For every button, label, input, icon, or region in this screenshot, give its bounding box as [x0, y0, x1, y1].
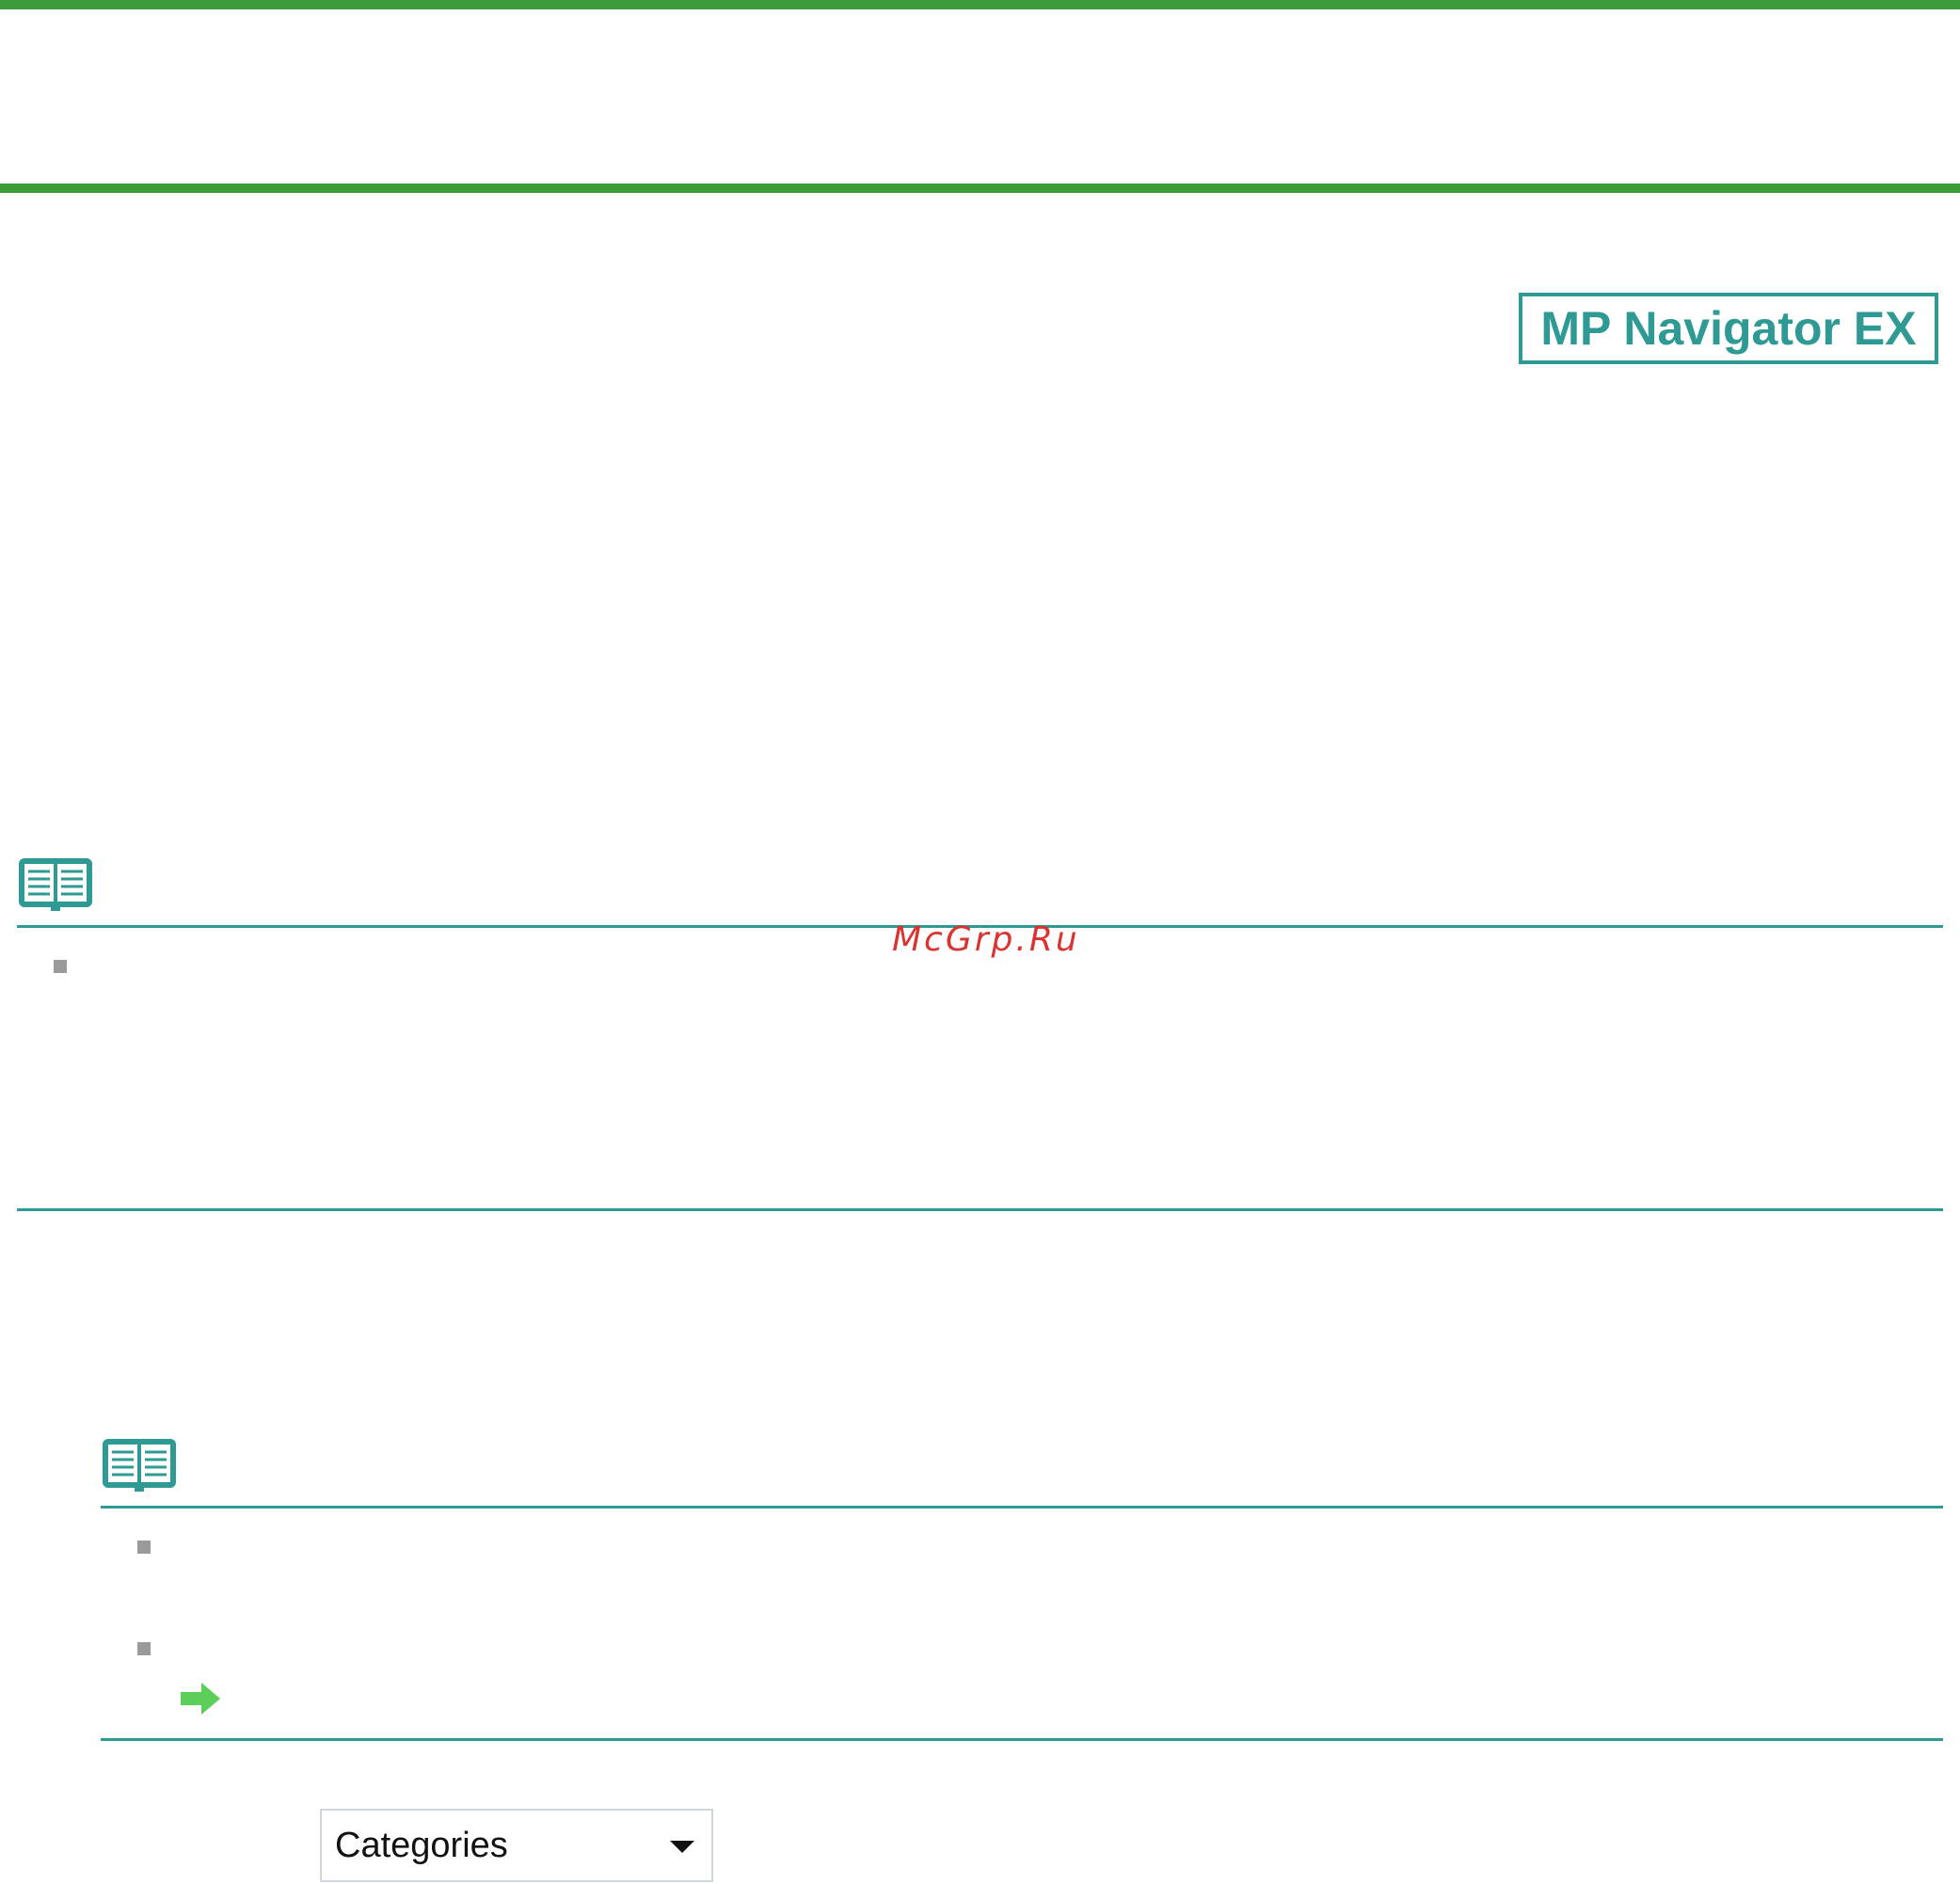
watermark: McGrp.Ru	[892, 920, 1080, 959]
gray-square-bullet-icon	[137, 1541, 151, 1554]
mp-navigator-ex-logo: MP Navigator EX	[1519, 293, 1938, 364]
chevron-down-icon[interactable]	[668, 1837, 696, 1856]
gray-square-bullet-icon	[54, 960, 67, 973]
dropdown-selected-value: Categories	[335, 1825, 508, 1865]
categories-dropdown[interactable]: Categories	[320, 1809, 713, 1882]
green-arrow-icon[interactable]	[181, 1683, 220, 1715]
header-top-rule	[0, 0, 1960, 9]
logo-text: MP Navigator EX	[1540, 302, 1917, 355]
header-bottom-rule	[0, 184, 1960, 193]
note2-top-divider	[101, 1506, 1943, 1509]
gray-square-bullet-icon	[137, 1642, 151, 1655]
note2-bottom-divider	[101, 1738, 1943, 1741]
book-note-icon	[103, 1439, 176, 1492]
book-note-icon	[19, 858, 92, 911]
note-bottom-divider	[17, 1208, 1943, 1211]
